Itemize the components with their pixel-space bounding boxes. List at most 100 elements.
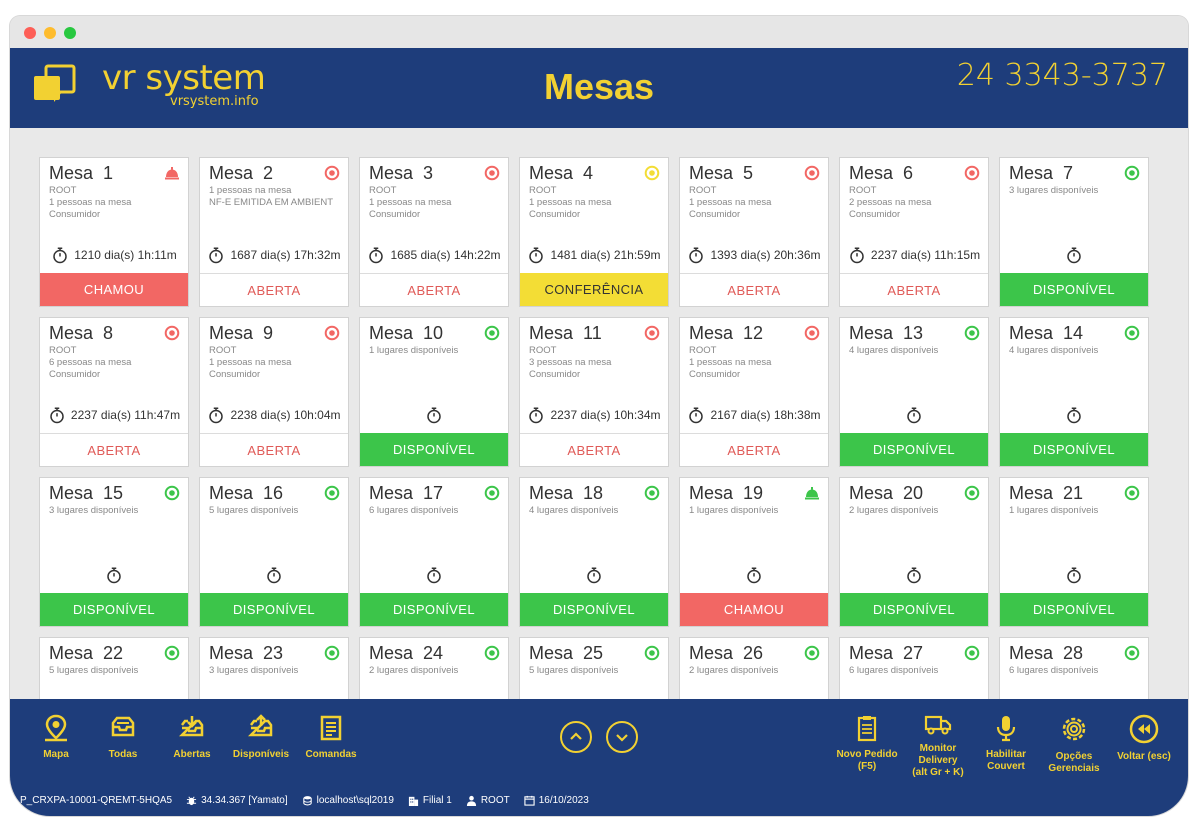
mapa-button[interactable]: Mapa <box>36 713 76 761</box>
comandas-label: Comandas <box>305 749 357 760</box>
target-icon <box>804 325 820 341</box>
table-status[interactable]: ABERTA <box>680 433 828 466</box>
tables-grid: Mesa 1 ROOT 1 pessoas na mesa Consumidor 121… <box>39 157 1149 699</box>
table-status[interactable]: DISPONÍVEL <box>1000 433 1148 466</box>
tables-area: Mesa 1 ROOT 1 pessoas na mesa Consumidor 121… <box>10 128 1188 699</box>
table-status[interactable]: ABERTA <box>520 433 668 466</box>
comandas-button[interactable]: Comandas <box>303 713 359 761</box>
chevron-up-icon <box>570 732 582 740</box>
table-status[interactable]: DISPONÍVEL <box>1000 593 1148 626</box>
target-icon <box>964 645 980 661</box>
scroll-down-button[interactable] <box>606 721 638 753</box>
close-window-button[interactable] <box>24 27 36 39</box>
table-status[interactable]: DISPONÍVEL <box>360 433 508 466</box>
voltar-button[interactable]: Voltar (esc) <box>1113 713 1175 763</box>
table-status[interactable]: CONFERÊNCIA <box>520 273 668 306</box>
table-status[interactable]: ABERTA <box>40 433 188 466</box>
table-name: Mesa 28 <box>1009 643 1084 663</box>
table-status[interactable]: DISPONÍVEL <box>520 593 668 626</box>
table-card[interactable]: Mesa 4 ROOT 1 pessoas na mesa Consumidor 148… <box>519 157 669 307</box>
table-card[interactable]: Mesa 233 lugares disponíveisDISPONÍVEL <box>199 637 349 699</box>
table-card[interactable]: Mesa 16 5 lugares disponíveis DISPONÍVEL <box>199 477 349 627</box>
table-name: Mesa 12 <box>689 323 764 343</box>
table-timer: 1687 dia(s) 17h:32m <box>200 246 348 264</box>
disponiveis-button[interactable]: Disponíveis <box>231 713 291 761</box>
table-card[interactable]: Mesa 10 1 lugares disponíveis DISPONÍVEL <box>359 317 509 467</box>
user-info: ROOT <box>466 795 510 806</box>
table-card[interactable]: Mesa 9 ROOT 1 pessoas na mesa Consumidor 223… <box>199 317 349 467</box>
table-card[interactable]: Mesa 13 4 lugares disponíveis DISPONÍVEL <box>839 317 989 467</box>
habilitar-couvert-button[interactable]: Habilitar Couvert <box>978 713 1034 773</box>
table-card[interactable]: Mesa 5 ROOT 1 pessoas na mesa Consumidor 139… <box>679 157 829 307</box>
table-card[interactable]: Mesa 19 1 lugares disponíveis CHAMOU <box>679 477 829 627</box>
table-card[interactable]: Mesa 3 ROOT 1 pessoas na mesa Consumidor 168… <box>359 157 509 307</box>
opcoes-gerenciais-button[interactable]: Opções Gerenciais <box>1044 713 1104 775</box>
table-name: Mesa 3 <box>369 163 434 183</box>
table-status[interactable]: DISPONÍVEL <box>360 593 508 626</box>
table-card[interactable]: Mesa 242 lugares disponíveisDISPONÍVEL <box>359 637 509 699</box>
table-status[interactable]: DISPONÍVEL <box>1000 273 1148 306</box>
table-info-user: ROOT <box>689 345 717 356</box>
branch-text: Filial 1 <box>422 795 452 806</box>
table-card[interactable]: Mesa 12 ROOT 1 pessoas na mesa Consumidor 21… <box>679 317 829 467</box>
table-name: Mesa 15 <box>49 483 124 503</box>
database-info: localhost\sql2019 <box>302 795 394 806</box>
table-card[interactable]: Mesa 18 4 lugares disponíveis DISPONÍVEL <box>519 477 669 627</box>
table-info: ROOT 1 pessoas na mesa Consumidor <box>689 185 771 221</box>
table-status[interactable]: DISPONÍVEL <box>840 433 988 466</box>
table-card[interactable]: Mesa 225 lugares disponíveisDISPONÍVEL <box>39 637 189 699</box>
table-card[interactable]: Mesa 17 6 lugares disponíveis DISPONÍVEL <box>359 477 509 627</box>
table-card[interactable]: Mesa 7 3 lugares disponíveis DISPONÍVEL <box>999 157 1149 307</box>
table-card[interactable]: Mesa 20 2 lugares disponíveis DISPONÍVEL <box>839 477 989 627</box>
table-info-user: ROOT <box>369 185 397 196</box>
table-info: 5 lugares disponíveis <box>529 665 618 677</box>
table-card[interactable]: Mesa 262 lugares disponíveisDISPONÍVEL <box>679 637 829 699</box>
table-name: Mesa 1 <box>49 163 114 183</box>
monitor-delivery-button[interactable]: Monitor Delivery (alt Gr + K) <box>906 713 970 779</box>
database-icon <box>302 796 312 806</box>
table-card[interactable]: Mesa 276 lugares disponíveisDISPONÍVEL <box>839 637 989 699</box>
table-status[interactable]: ABERTA <box>200 273 348 306</box>
calendar-icon <box>524 795 535 806</box>
table-card[interactable]: Mesa 15 3 lugares disponíveis DISPONÍVEL <box>39 477 189 627</box>
stopwatch-icon <box>587 567 601 584</box>
table-card[interactable]: Mesa 21 1 lugares disponíveis DISPONÍVEL <box>999 477 1149 627</box>
table-info: 1 lugares disponíveis <box>1009 505 1098 517</box>
minimize-window-button[interactable] <box>44 27 56 39</box>
table-info-line1: 3 lugares disponíveis <box>49 505 139 516</box>
table-status[interactable]: ABERTA <box>200 433 348 466</box>
opcoes-gerenciais-label-1: Opções <box>1055 751 1093 762</box>
table-info: 3 lugares disponíveis <box>49 505 138 517</box>
table-card[interactable]: Mesa 286 lugares disponíveisDISPONÍVEL <box>999 637 1149 699</box>
table-status[interactable]: CHAMOU <box>40 273 188 306</box>
table-info-line2: Consumidor <box>529 369 581 380</box>
table-card[interactable]: Mesa 1 ROOT 1 pessoas na mesa Consumidor 121… <box>39 157 189 307</box>
table-timer: 2237 dia(s) 10h:34m <box>520 406 668 424</box>
table-card[interactable]: Mesa 8 ROOT 6 pessoas na mesa Consumidor 223… <box>39 317 189 467</box>
table-card[interactable]: Mesa 11 ROOT 3 pessoas na mesa Consumidor 22… <box>519 317 669 467</box>
stopwatch-icon <box>209 247 224 264</box>
table-name: Mesa 5 <box>689 163 754 183</box>
table-timer: 2167 dia(s) 18h:38m <box>680 406 828 424</box>
table-status[interactable]: DISPONÍVEL <box>40 593 188 626</box>
table-card[interactable]: Mesa 6 ROOT 2 pessoas na mesa Consumidor 223… <box>839 157 989 307</box>
stopwatch-icon <box>1067 247 1081 264</box>
disponiveis-label: Disponíveis <box>232 749 290 760</box>
scroll-up-button[interactable] <box>560 721 592 753</box>
novo-pedido-button[interactable]: Novo Pedido (F5) <box>834 713 900 773</box>
table-status[interactable]: DISPONÍVEL <box>840 593 988 626</box>
table-status[interactable]: CHAMOU <box>680 593 828 626</box>
table-card[interactable]: Mesa 255 lugares disponíveisDISPONÍVEL <box>519 637 669 699</box>
maximize-window-button[interactable] <box>64 27 76 39</box>
table-card[interactable]: Mesa 21 pessoas na mesa NF-E EMITIDA EM A… <box>199 157 349 307</box>
table-name: Mesa 18 <box>529 483 604 503</box>
novo-pedido-label-2: (F5) <box>857 761 877 772</box>
table-status[interactable]: ABERTA <box>840 273 988 306</box>
table-status[interactable]: ABERTA <box>360 273 508 306</box>
target-icon <box>644 325 660 341</box>
table-status[interactable]: DISPONÍVEL <box>200 593 348 626</box>
table-card[interactable]: Mesa 14 4 lugares disponíveis DISPONÍVEL <box>999 317 1149 467</box>
table-status[interactable]: ABERTA <box>680 273 828 306</box>
abertas-button[interactable]: Abertas <box>170 713 214 761</box>
todas-button[interactable]: Todas <box>103 713 143 761</box>
